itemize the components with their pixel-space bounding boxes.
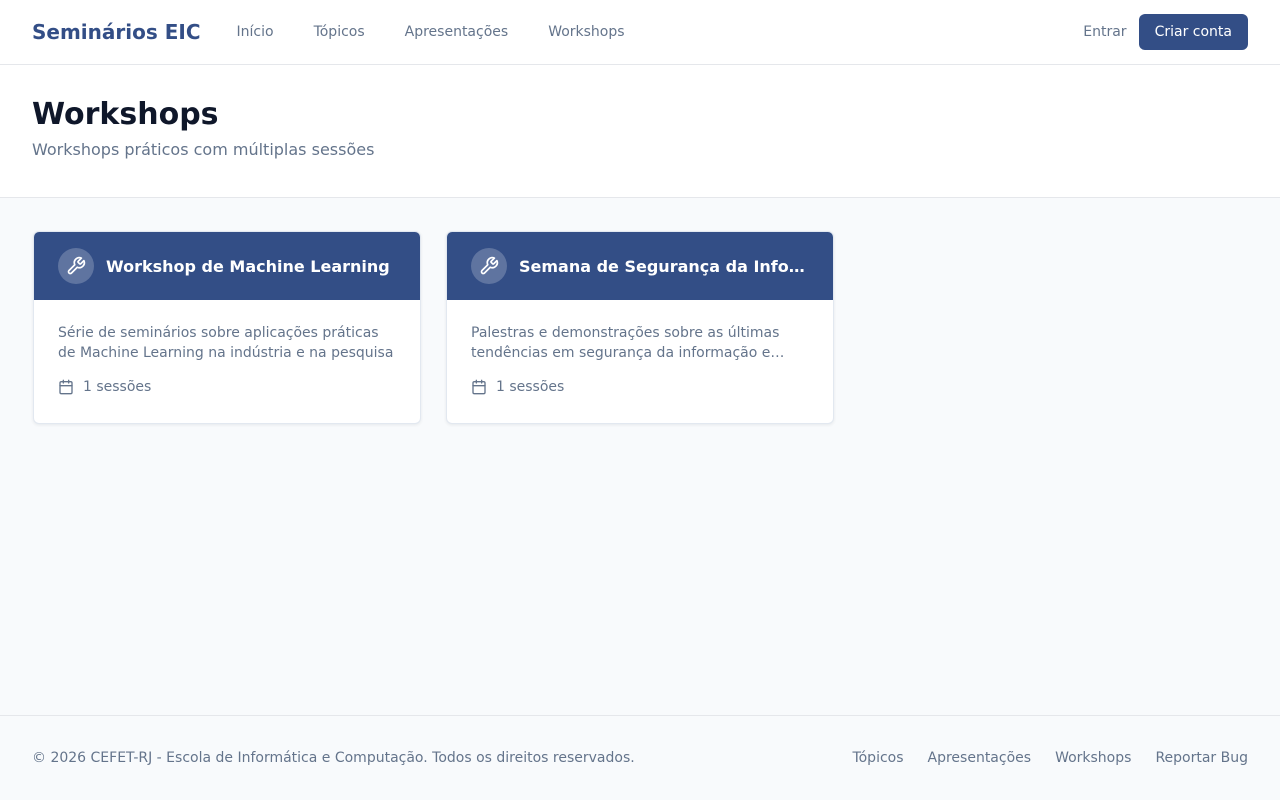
page-subtitle: Workshops práticos com múltiplas sessões [32, 140, 375, 159]
footer-link-topicos[interactable]: Tópicos [852, 750, 903, 766]
nav-link-inicio[interactable]: Início [237, 24, 274, 40]
calendar-icon [59, 379, 73, 395]
footer-link-report-bug[interactable]: Reportar Bug [1155, 750, 1248, 766]
workshop-card[interactable]: Semana de Segurança da Informação Palest… [446, 231, 834, 424]
workshop-card[interactable]: Workshop de Machine Learning Série de se… [33, 231, 421, 424]
footer-link-apresentacoes[interactable]: Apresentações [928, 750, 1032, 766]
calendar-icon [472, 379, 486, 395]
nav-link-topicos[interactable]: Tópicos [314, 24, 365, 40]
login-link[interactable]: Entrar [1083, 24, 1126, 40]
copyright-text: © 2026 CEFET-RJ - Escola de Informática … [32, 750, 635, 766]
top-navbar: Seminários EIC Início Tópicos Apresentaç… [0, 0, 1280, 65]
sessions-count: 1 sessões [83, 379, 152, 395]
sessions-count: 1 sessões [496, 379, 565, 395]
workshop-list: Workshop de Machine Learning Série de se… [0, 198, 1280, 424]
footer-nav: Tópicos Apresentações Workshops Reportar… [828, 750, 1248, 766]
page-header: Workshops Workshops práticos com múltipl… [0, 65, 1280, 198]
wrench-icon [471, 248, 507, 284]
workshop-description: Palestras e demonstrações sobre as últim… [471, 325, 780, 361]
main-nav: Início Tópicos Apresentações Workshops [237, 24, 665, 40]
wrench-icon [58, 248, 94, 284]
workshop-sessions: 1 sessões [58, 379, 396, 395]
workshop-card-body: Palestras e demonstrações sobre as últim… [447, 300, 833, 395]
workshop-description: Série de seminários sobre aplicações prá… [58, 325, 394, 361]
signup-button[interactable]: Criar conta [1138, 14, 1248, 50]
footer-link-workshops[interactable]: Workshops [1055, 750, 1131, 766]
nav-link-workshops[interactable]: Workshops [548, 24, 624, 40]
workshop-card-header: Workshop de Machine Learning [34, 232, 420, 300]
workshop-sessions: 1 sessões [471, 379, 809, 395]
page-title: Workshops [32, 97, 219, 132]
nav-link-apresentacoes[interactable]: Apresentações [405, 24, 509, 40]
brand-logo-link[interactable]: Seminários EIC [32, 20, 201, 44]
workshop-card-body: Série de seminários sobre aplicações prá… [34, 300, 420, 395]
workshop-title: Semana de Segurança da Informação [519, 256, 809, 276]
workshop-card-header: Semana de Segurança da Informação [447, 232, 833, 300]
auth-actions: Entrar Criar conta [1083, 14, 1248, 50]
workshop-title: Workshop de Machine Learning [106, 256, 390, 276]
page-footer: © 2026 CEFET-RJ - Escola de Informática … [0, 715, 1280, 800]
